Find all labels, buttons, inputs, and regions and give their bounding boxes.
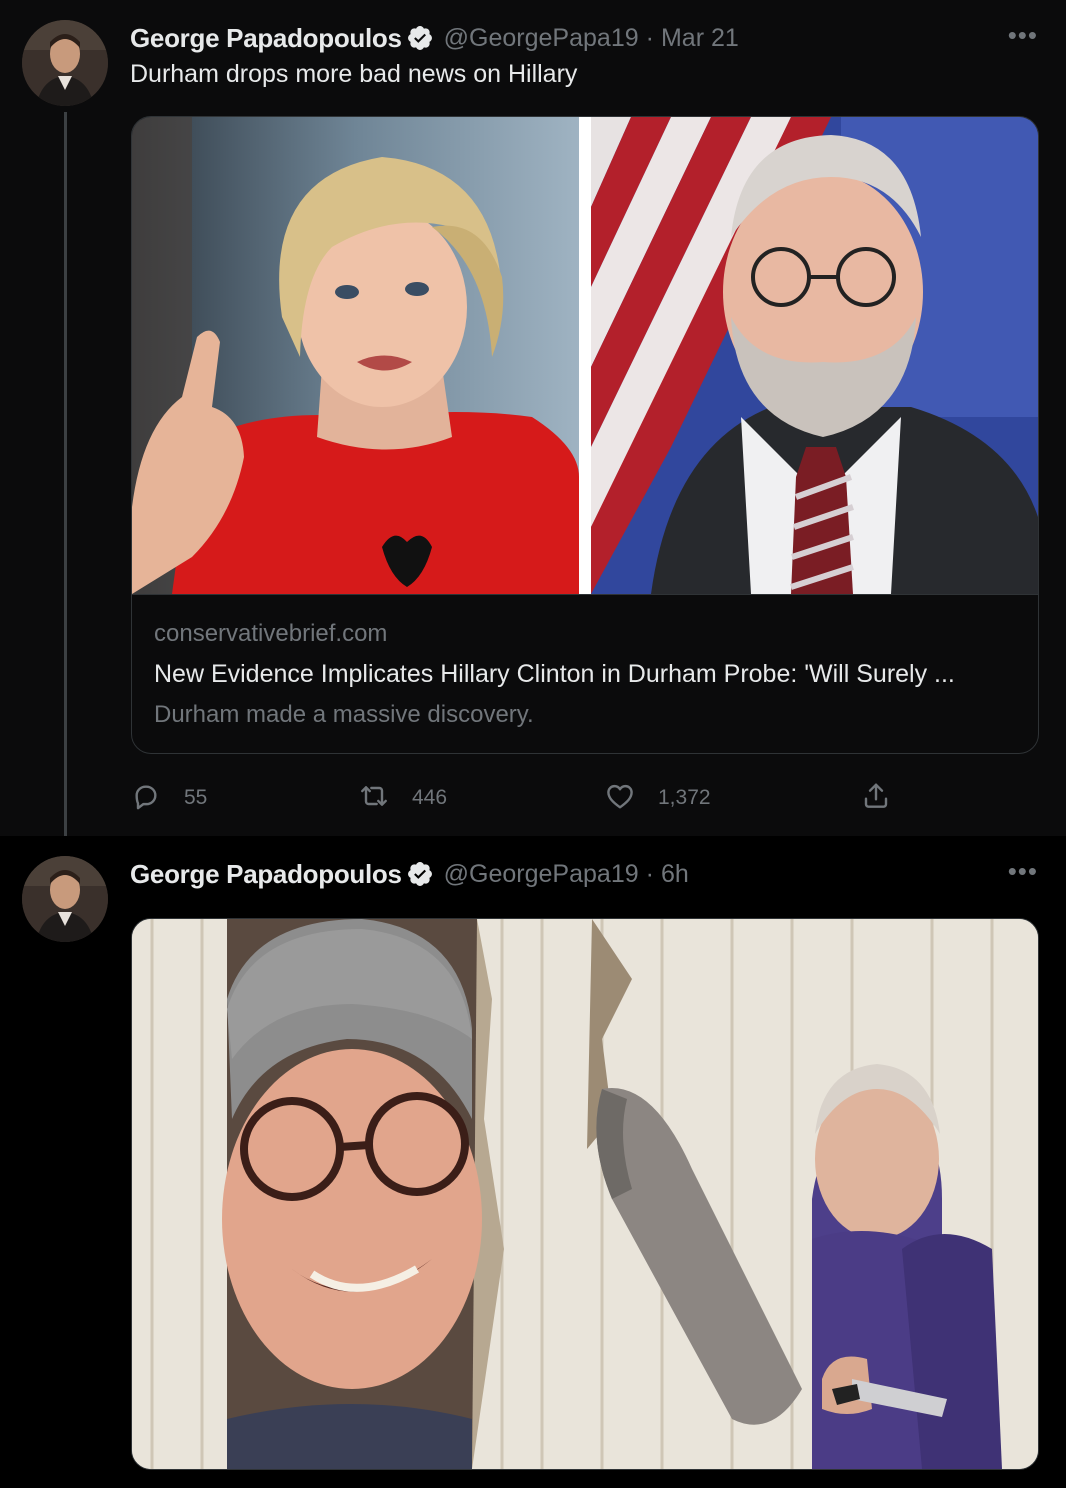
tweet[interactable]: George Papadopoulos @GeorgePapa19 · Mar … <box>0 0 1066 852</box>
reply-count: 55 <box>184 786 208 809</box>
card-image-separator <box>579 117 591 594</box>
card-title: New Evidence Implicates Hillary Clinton … <box>154 660 955 688</box>
more-icon[interactable]: ••• <box>1008 858 1038 884</box>
share-button[interactable] <box>860 778 892 818</box>
card-description: Durham made a massive discovery. <box>154 701 534 728</box>
tweet-actions: 55 446 1,372 <box>130 778 910 818</box>
reply-button[interactable]: 55 <box>130 778 207 818</box>
avatar-image <box>22 856 108 942</box>
retweet-count: 446 <box>412 786 448 809</box>
timestamp[interactable]: Mar 21 <box>661 24 739 53</box>
more-icon[interactable]: ••• <box>1008 22 1038 48</box>
like-button[interactable]: 1,372 <box>604 778 711 818</box>
separator-dot: · <box>645 859 654 888</box>
separator-dot: · <box>645 23 654 52</box>
avatar[interactable] <box>22 856 108 942</box>
avatar-image <box>22 20 108 106</box>
tweet-text: Durham drops more bad news on Hillary <box>130 60 578 88</box>
verified-badge-icon <box>406 860 434 888</box>
tweet-media-image[interactable] <box>131 918 1039 1470</box>
avatar[interactable] <box>22 20 108 106</box>
author-handle[interactable]: @GeorgePapa19 <box>444 860 639 889</box>
author-name[interactable]: George Papadopoulos <box>130 859 402 890</box>
card-domain: conservativebrief.com <box>154 620 388 647</box>
thread-line <box>64 112 67 852</box>
author-name[interactable]: George Papadopoulos <box>130 23 402 54</box>
tweet-header: George Papadopoulos @GeorgePapa19 · 6h <box>130 856 689 892</box>
reply-icon <box>130 780 162 817</box>
author-handle[interactable]: @GeorgePapa19 <box>444 24 639 53</box>
link-card[interactable]: conservativebrief.com New Evidence Impli… <box>131 116 1039 754</box>
link-card-image <box>132 117 1038 594</box>
retweet-button[interactable]: 446 <box>358 778 447 818</box>
like-count: 1,372 <box>658 786 711 809</box>
verified-badge-icon <box>406 24 434 52</box>
card-photo-left <box>132 117 579 594</box>
retweet-icon <box>358 780 390 817</box>
share-icon <box>860 780 892 817</box>
card-divider <box>132 594 1038 595</box>
tweet-header: George Papadopoulos @GeorgePapa19 · Mar … <box>130 20 739 56</box>
timestamp[interactable]: 6h <box>661 860 689 889</box>
like-icon <box>604 780 636 817</box>
card-photo-right <box>591 117 1038 594</box>
